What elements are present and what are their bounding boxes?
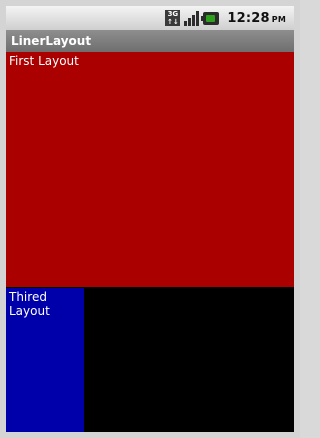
second-layout-area	[84, 288, 294, 432]
device-frame: 3G ↑↓ 12:28 PM LinerLayout First Layout T…	[0, 0, 300, 438]
clock-time: 12:28	[227, 10, 270, 26]
third-layout: Thired Layout	[6, 288, 84, 432]
network-type-label: 3G	[167, 10, 179, 18]
clock-ampm: PM	[271, 14, 286, 24]
battery-icon	[201, 11, 220, 25]
network-activity-label: ↑↓	[167, 18, 179, 26]
first-layout: First Layout	[6, 52, 294, 287]
3g-icon: 3G ↑↓	[165, 10, 181, 26]
app-title: LinerLayout	[11, 34, 92, 48]
status-bar: 3G ↑↓ 12:28 PM	[6, 6, 294, 30]
third-layout-label: Thired Layout	[9, 290, 50, 318]
screen: 3G ↑↓ 12:28 PM LinerLayout First Layout T…	[6, 6, 294, 432]
clock: 12:28 PM	[227, 11, 286, 26]
signal-icon	[184, 10, 200, 26]
status-icons: 3G ↑↓ 12:28 PM	[165, 9, 286, 27]
first-layout-label: First Layout	[9, 54, 79, 68]
title-bar: LinerLayout	[6, 30, 294, 54]
